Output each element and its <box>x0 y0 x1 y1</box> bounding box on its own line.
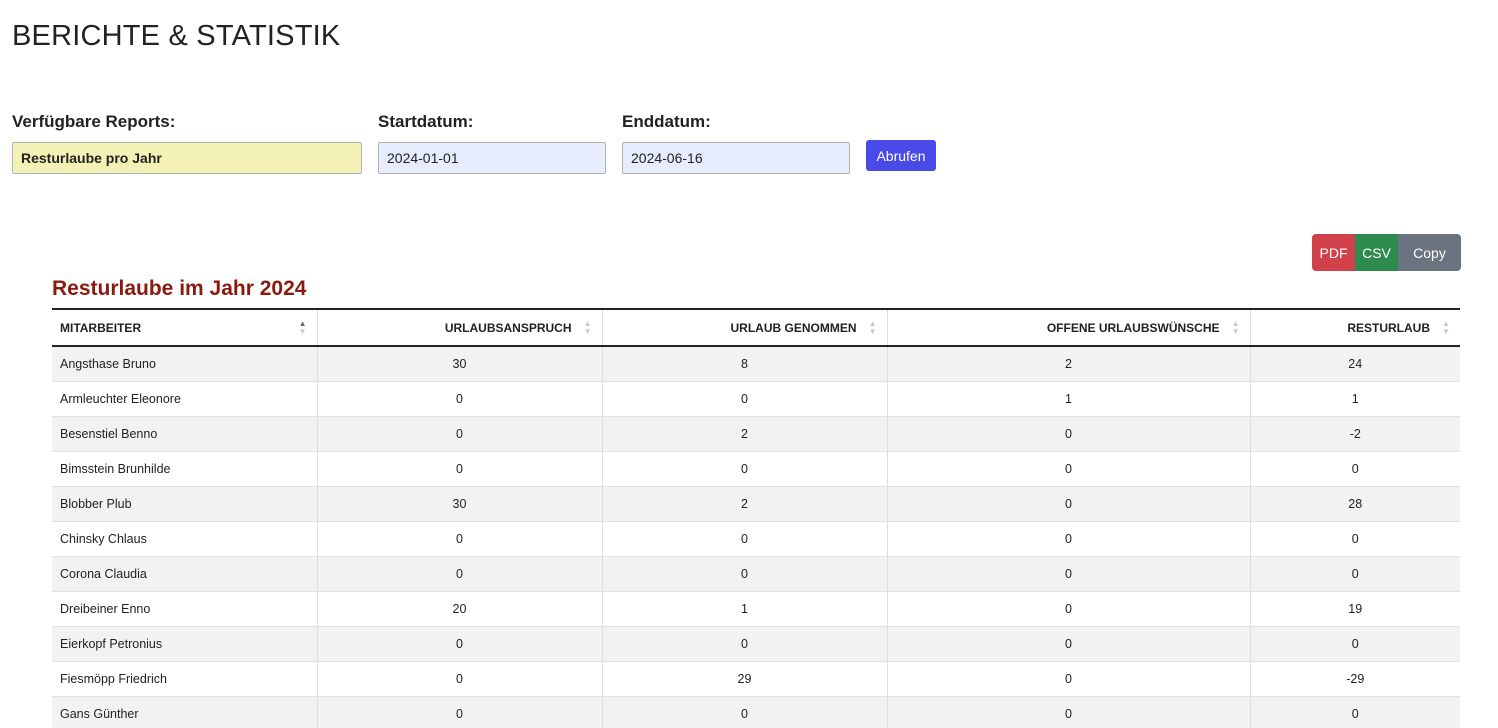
cell-offene-urlaubswuensche: 0 <box>886 556 1250 592</box>
cell-urlaub-genommen: 0 <box>601 556 887 592</box>
cell-resturlaub: 1 <box>1249 381 1460 417</box>
cell-resturlaub: 24 <box>1249 346 1460 382</box>
cell-mitarbeiter: Besenstiel Benno <box>52 416 317 452</box>
cell-urlaub-genommen: 0 <box>601 626 887 662</box>
cell-mitarbeiter: Dreibeiner Enno <box>52 591 317 627</box>
column-header-urlaub-genommen[interactable]: URLAUB GENOMMEN ▲ ▼ <box>601 308 887 347</box>
table-row: Chinsky Chlaus 0 0 0 0 <box>52 521 1460 557</box>
report-select[interactable]: Resturlaube pro Jahr <box>12 142 362 174</box>
cell-urlaub-genommen: 0 <box>601 696 887 728</box>
cell-urlaub-genommen: 2 <box>601 416 887 452</box>
table-row: Besenstiel Benno 0 2 0 -2 <box>52 416 1460 452</box>
cell-urlaubsanspruch: 30 <box>316 486 602 522</box>
column-header-urlaubsanspruch[interactable]: URLAUBSANSPRUCH ▲ ▼ <box>316 308 602 347</box>
end-date-label: Enddatum: <box>622 112 711 131</box>
sort-icon: ▲ ▼ <box>583 318 592 336</box>
column-header-label: OFFENE URLAUBSWÜNSCHE <box>1046 320 1220 335</box>
sort-icon: ▲ ▼ <box>868 318 877 336</box>
cell-urlaub-genommen: 0 <box>601 451 887 487</box>
column-header-label: RESTURLAUB <box>1347 320 1430 335</box>
export-csv-button[interactable]: CSV <box>1355 234 1398 271</box>
column-header-label: URLAUBSANSPRUCH <box>444 320 572 335</box>
table-row: Angsthase Bruno 30 8 2 24 <box>52 346 1460 382</box>
cell-urlaub-genommen: 29 <box>601 661 887 697</box>
column-header-offene-urlaubswuensche[interactable]: OFFENE URLAUBSWÜNSCHE ▲ ▼ <box>886 308 1250 347</box>
cell-mitarbeiter: Armleuchter Eleonore <box>52 381 317 417</box>
start-date-input[interactable]: 2024-01-01 <box>378 142 606 174</box>
cell-offene-urlaubswuensche: 0 <box>886 661 1250 697</box>
cell-resturlaub: -2 <box>1249 416 1460 452</box>
cell-offene-urlaubswuensche: 0 <box>886 591 1250 627</box>
column-header-mitarbeiter[interactable]: MITARBEITER ▲ ▼ <box>52 308 317 347</box>
cell-urlaub-genommen: 0 <box>601 381 887 417</box>
cell-mitarbeiter: Gans Günther <box>52 696 317 728</box>
table-row: Bimsstein Brunhilde 0 0 0 0 <box>52 451 1460 487</box>
report-select-label: Verfügbare Reports: <box>12 112 176 131</box>
page-title: BERICHTE & STATISTIK <box>12 20 341 52</box>
cell-urlaubsanspruch: 0 <box>316 521 602 557</box>
fetch-button[interactable]: Abrufen <box>866 140 936 171</box>
table-row: Dreibeiner Enno 20 1 0 19 <box>52 591 1460 627</box>
sort-icon: ▲ ▼ <box>1442 318 1450 336</box>
cell-offene-urlaubswuensche: 0 <box>886 521 1250 557</box>
export-toolbar: PDF CSV Copy <box>1312 234 1461 271</box>
cell-mitarbeiter: Chinsky Chlaus <box>52 521 317 557</box>
sort-icon: ▲ ▼ <box>1231 318 1240 336</box>
cell-resturlaub: 0 <box>1249 696 1460 728</box>
report-table: MITARBEITER ▲ ▼ URLAUBSANSPRUCH ▲ ▼ URLAUB… <box>52 308 1460 728</box>
cell-offene-urlaubswuensche: 1 <box>886 381 1250 417</box>
table-row: Blobber Plub 30 2 0 28 <box>52 486 1460 522</box>
cell-urlaub-genommen: 8 <box>601 346 887 382</box>
cell-urlaubsanspruch: 0 <box>316 416 602 452</box>
cell-offene-urlaubswuensche: 0 <box>886 486 1250 522</box>
cell-offene-urlaubswuensche: 0 <box>886 626 1250 662</box>
cell-mitarbeiter: Angsthase Bruno <box>52 346 317 382</box>
export-pdf-button[interactable]: PDF <box>1312 234 1355 271</box>
cell-urlaub-genommen: 0 <box>601 521 887 557</box>
copy-button[interactable]: Copy <box>1398 234 1461 271</box>
cell-urlaubsanspruch: 0 <box>316 381 602 417</box>
column-header-resturlaub[interactable]: RESTURLAUB ▲ ▼ <box>1249 308 1460 347</box>
cell-resturlaub: 0 <box>1249 626 1460 662</box>
cell-offene-urlaubswuensche: 0 <box>886 416 1250 452</box>
cell-resturlaub: 0 <box>1249 556 1460 592</box>
cell-offene-urlaubswuensche: 2 <box>886 346 1250 382</box>
cell-offene-urlaubswuensche: 0 <box>886 451 1250 487</box>
start-date-label: Startdatum: <box>378 112 474 131</box>
cell-resturlaub: 28 <box>1249 486 1460 522</box>
cell-resturlaub: 0 <box>1249 521 1460 557</box>
column-header-label: MITARBEITER <box>60 320 142 335</box>
table-header-row: MITARBEITER ▲ ▼ URLAUBSANSPRUCH ▲ ▼ URLAUB… <box>52 308 1460 347</box>
cell-mitarbeiter: Blobber Plub <box>52 486 317 522</box>
end-date-input[interactable]: 2024-06-16 <box>622 142 850 174</box>
cell-urlaubsanspruch: 0 <box>316 451 602 487</box>
table-row: Armleuchter Eleonore 0 0 1 1 <box>52 381 1460 417</box>
cell-urlaubsanspruch: 0 <box>316 626 602 662</box>
cell-urlaub-genommen: 1 <box>601 591 887 627</box>
table-row: Gans Günther 0 0 0 0 <box>52 696 1460 728</box>
cell-urlaubsanspruch: 0 <box>316 556 602 592</box>
cell-urlaub-genommen: 2 <box>601 486 887 522</box>
cell-resturlaub: 19 <box>1249 591 1460 627</box>
cell-resturlaub: -29 <box>1249 661 1460 697</box>
cell-urlaubsanspruch: 0 <box>316 696 602 728</box>
column-header-label: URLAUB GENOMMEN <box>730 320 857 335</box>
end-date-group: Enddatum: 2024-06-16 <box>622 112 850 174</box>
table-row: Eierkopf Petronius 0 0 0 0 <box>52 626 1460 662</box>
report-select-group: Verfügbare Reports: Resturlaube pro Jahr <box>12 112 362 174</box>
cell-urlaubsanspruch: 0 <box>316 661 602 697</box>
cell-mitarbeiter: Bimsstein Brunhilde <box>52 451 317 487</box>
start-date-group: Startdatum: 2024-01-01 <box>378 112 606 174</box>
report-title: Resturlaube im Jahr 2024 <box>52 277 307 300</box>
table-row: Corona Claudia 0 0 0 0 <box>52 556 1460 592</box>
cell-mitarbeiter: Fiesmöpp Friedrich <box>52 661 317 697</box>
sort-asc-icon: ▲ ▼ <box>298 318 307 336</box>
cell-resturlaub: 0 <box>1249 451 1460 487</box>
cell-mitarbeiter: Corona Claudia <box>52 556 317 592</box>
cell-mitarbeiter: Eierkopf Petronius <box>52 626 317 662</box>
cell-urlaubsanspruch: 30 <box>316 346 602 382</box>
table-row: Fiesmöpp Friedrich 0 29 0 -29 <box>52 661 1460 697</box>
cell-offene-urlaubswuensche: 0 <box>886 696 1250 728</box>
cell-urlaubsanspruch: 20 <box>316 591 602 627</box>
